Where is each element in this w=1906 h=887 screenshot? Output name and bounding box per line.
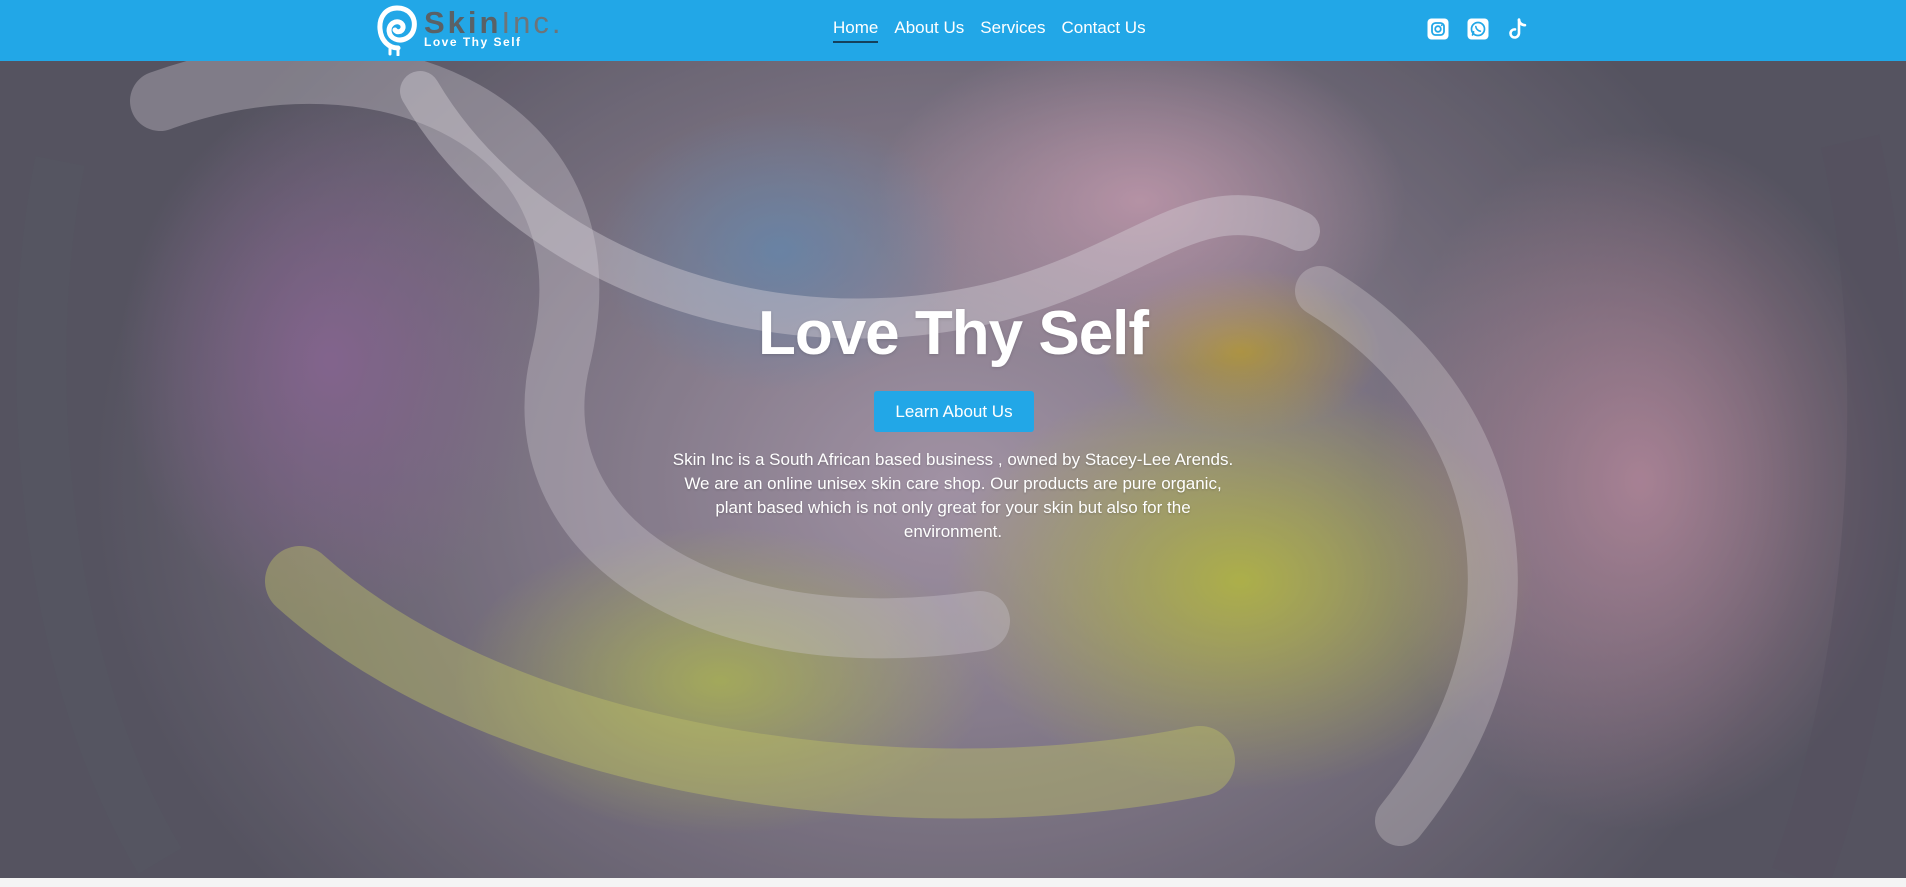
brand-tagline: Love Thy Self: [424, 35, 522, 49]
hero-description: Skin Inc is a South African based busine…: [672, 450, 1234, 541]
nav-link-contact-us[interactable]: Contact Us: [1061, 18, 1145, 43]
hero-title: Love Thy Self: [757, 299, 1149, 368]
nav-link-services[interactable]: Services: [980, 18, 1045, 43]
page-divider: [0, 878, 1906, 887]
swirl-logo-icon: [377, 5, 417, 56]
main-nav: Home About Us Services Contact Us: [833, 18, 1162, 43]
nav-link-home[interactable]: Home: [833, 18, 879, 43]
nav-link-about-us[interactable]: About Us: [894, 18, 964, 43]
navbar: SkinInc. Love Thy Self Home About Us Ser…: [0, 0, 1906, 61]
learn-about-us-button[interactable]: Learn About Us: [874, 391, 1034, 432]
tiktok-icon[interactable]: [1506, 17, 1530, 41]
whatsapp-icon[interactable]: [1466, 17, 1490, 41]
instagram-icon[interactable]: [1426, 17, 1450, 41]
brand-logo[interactable]: SkinInc. Love Thy Self: [376, 4, 560, 56]
